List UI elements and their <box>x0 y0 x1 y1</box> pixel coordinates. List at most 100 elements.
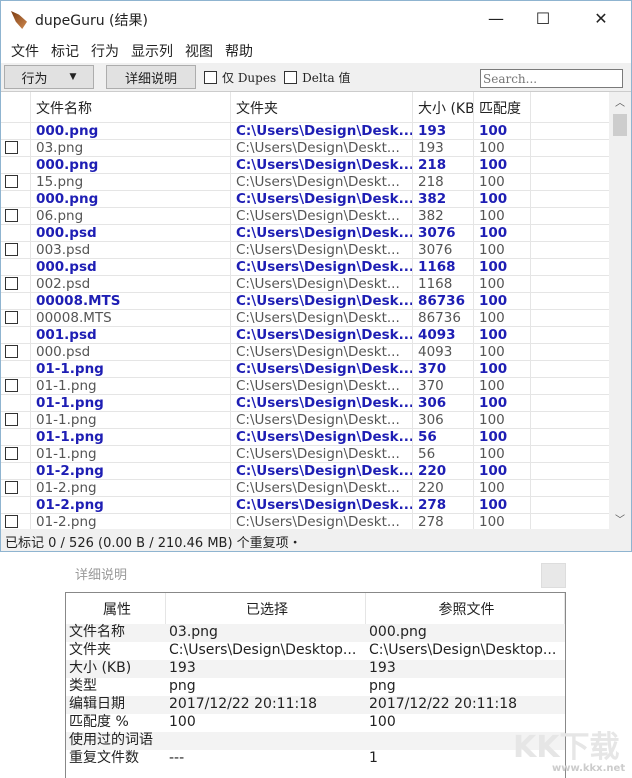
cell-match: 100 <box>474 242 531 258</box>
scroll-thumb[interactable] <box>613 114 627 136</box>
cell-filename: 00008.MTS <box>31 293 231 309</box>
duplicate-row[interactable]: 03.png C:\Users\Design\Deskt... 193 100 <box>1 140 631 157</box>
cell-folder: C:\Users\Design\Deskt... <box>231 276 413 292</box>
reference-row[interactable]: 00008.MTS C:\Users\Design\Desk... 86736 … <box>1 293 631 310</box>
duplicate-row[interactable]: 01-1.png C:\Users\Design\Deskt... 306 10… <box>1 412 631 429</box>
cell-match: 100 <box>474 327 531 343</box>
cell-folder: C:\Users\Design\Desk... <box>231 259 413 275</box>
reference-row[interactable]: 000.png C:\Users\Design\Desk... 218 100 <box>1 157 631 174</box>
duplicate-row[interactable]: 00008.MTS C:\Users\Design\Deskt... 86736… <box>1 310 631 327</box>
delta-checkbox[interactable]: Delta 值 <box>284 69 350 86</box>
header-match[interactable]: 匹配度 <box>474 92 531 122</box>
duplicate-row[interactable]: 002.psd C:\Users\Design\Deskt... 1168 10… <box>1 276 631 293</box>
detail-selected: C:\Users\Design\Desktop... <box>169 642 357 658</box>
close-button[interactable]: ✕ <box>586 9 616 31</box>
cell-size: 193 <box>413 140 474 156</box>
row-checkbox[interactable] <box>5 141 18 154</box>
minimize-button[interactable]: — <box>481 9 511 31</box>
reference-row[interactable]: 000.png C:\Users\Design\Desk... 193 100 <box>1 123 631 140</box>
actions-dropdown[interactable]: 行为 ▼ <box>4 65 94 89</box>
row-checkbox[interactable] <box>5 379 18 392</box>
duplicate-row[interactable]: 01-1.png C:\Users\Design\Deskt... 370 10… <box>1 378 631 395</box>
cell-size: 4093 <box>413 327 474 343</box>
details-button[interactable]: 详细说明 <box>106 65 196 89</box>
cell-size: 56 <box>413 446 474 462</box>
maximize-button[interactable]: ☐ <box>528 9 558 31</box>
menu-help[interactable]: 帮助 <box>219 41 259 61</box>
cell-size: 306 <box>413 412 474 428</box>
detail-attribute: 文件名称 <box>69 624 125 640</box>
duplicate-row[interactable]: 000.psd C:\Users\Design\Deskt... 4093 10… <box>1 344 631 361</box>
duplicate-row[interactable]: 15.png C:\Users\Design\Deskt... 218 100 <box>1 174 631 191</box>
details-row: 文件名称 03.png 000.png <box>66 624 565 642</box>
row-check <box>1 123 31 139</box>
duplicate-row[interactable]: 003.psd C:\Users\Design\Deskt... 3076 10… <box>1 242 631 259</box>
row-checkbox[interactable] <box>5 481 18 494</box>
checkbox[interactable] <box>284 70 298 84</box>
duplicate-row[interactable]: 01-1.png C:\Users\Design\Deskt... 56 100 <box>1 446 631 463</box>
detail-attribute: 大小 (KB) <box>69 660 132 676</box>
dupes-only-label: 仅 Dupes <box>222 70 277 85</box>
search-input[interactable] <box>480 69 623 88</box>
row-check <box>1 412 31 428</box>
cell-folder: C:\Users\Design\Desk... <box>231 327 413 343</box>
header-size[interactable]: 大小 (KB) <box>413 92 474 122</box>
cell-filename: 000.png <box>31 191 231 207</box>
checkbox[interactable] <box>204 70 217 84</box>
reference-row[interactable]: 01-1.png C:\Users\Design\Desk... 56 100 <box>1 429 631 446</box>
cell-filename: 003.psd <box>31 242 231 258</box>
cell-match: 100 <box>474 480 531 496</box>
reference-row[interactable]: 01-2.png C:\Users\Design\Desk... 220 100 <box>1 463 631 480</box>
row-checkbox[interactable] <box>5 209 18 222</box>
reference-row[interactable]: 01-1.png C:\Users\Design\Desk... 306 100 <box>1 395 631 412</box>
cell-folder: C:\Users\Design\Deskt... <box>231 412 413 428</box>
row-checkbox[interactable] <box>5 515 18 528</box>
dupes-only-checkbox[interactable]: 仅 Dupes <box>204 69 276 86</box>
detail-selected: 100 <box>169 714 196 730</box>
duplicate-row[interactable]: 01-2.png C:\Users\Design\Deskt... 278 10… <box>1 514 631 529</box>
menu-file[interactable]: 文件 <box>5 41 45 61</box>
row-checkbox[interactable] <box>5 311 18 324</box>
cell-size: 1168 <box>413 259 474 275</box>
menu-columns[interactable]: 显示列 <box>125 41 179 61</box>
reference-row[interactable]: 001.psd C:\Users\Design\Desk... 4093 100 <box>1 327 631 344</box>
details-close-button[interactable] <box>541 563 566 588</box>
cell-match: 100 <box>474 429 531 445</box>
menu-view[interactable]: 视图 <box>179 41 219 61</box>
cell-filename: 002.psd <box>31 276 231 292</box>
row-check <box>1 225 31 241</box>
cell-folder: C:\Users\Design\Deskt... <box>231 242 413 258</box>
details-row: 重复文件数 --- 1 <box>66 750 565 768</box>
cell-match: 100 <box>474 378 531 394</box>
reference-row[interactable]: 000.psd C:\Users\Design\Desk... 3076 100 <box>1 225 631 242</box>
cell-match: 100 <box>474 140 531 156</box>
row-checkbox[interactable] <box>5 277 18 290</box>
cell-size: 1168 <box>413 276 474 292</box>
duplicate-row[interactable]: 06.png C:\Users\Design\Deskt... 382 100 <box>1 208 631 225</box>
reference-row[interactable]: 000.png C:\Users\Design\Desk... 382 100 <box>1 191 631 208</box>
reference-row[interactable]: 000.psd C:\Users\Design\Desk... 1168 100 <box>1 259 631 276</box>
cell-filename: 01-1.png <box>31 429 231 445</box>
row-checkbox[interactable] <box>5 175 18 188</box>
row-checkbox[interactable] <box>5 413 18 426</box>
cell-match: 100 <box>474 361 531 377</box>
cell-match: 100 <box>474 276 531 292</box>
scroll-down-icon[interactable]: ﹀ <box>615 511 625 526</box>
row-checkbox[interactable] <box>5 243 18 256</box>
vertical-scrollbar[interactable]: ︿ ﹀ <box>609 92 631 529</box>
cell-filename: 06.png <box>31 208 231 224</box>
row-checkbox[interactable] <box>5 447 18 460</box>
reference-row[interactable]: 01-1.png C:\Users\Design\Desk... 370 100 <box>1 361 631 378</box>
duplicate-row[interactable]: 01-2.png C:\Users\Design\Deskt... 220 10… <box>1 480 631 497</box>
results-table: 文件名称 文件夹 大小 (KB) 匹配度 ^ 000.png C:\Users\… <box>1 91 631 529</box>
scroll-up-icon[interactable]: ︿ <box>615 94 625 109</box>
cell-folder: C:\Users\Design\Desk... <box>231 361 413 377</box>
reference-row[interactable]: 01-2.png C:\Users\Design\Desk... 278 100 <box>1 497 631 514</box>
menu-mark[interactable]: 标记 <box>45 41 85 61</box>
cell-filename: 001.psd <box>31 327 231 343</box>
cell-match: 100 <box>474 208 531 224</box>
row-checkbox[interactable] <box>5 345 18 358</box>
menu-actions[interactable]: 行为 <box>85 41 125 61</box>
detail-selected <box>166 732 366 750</box>
header-folder[interactable]: 文件夹 <box>231 92 413 122</box>
